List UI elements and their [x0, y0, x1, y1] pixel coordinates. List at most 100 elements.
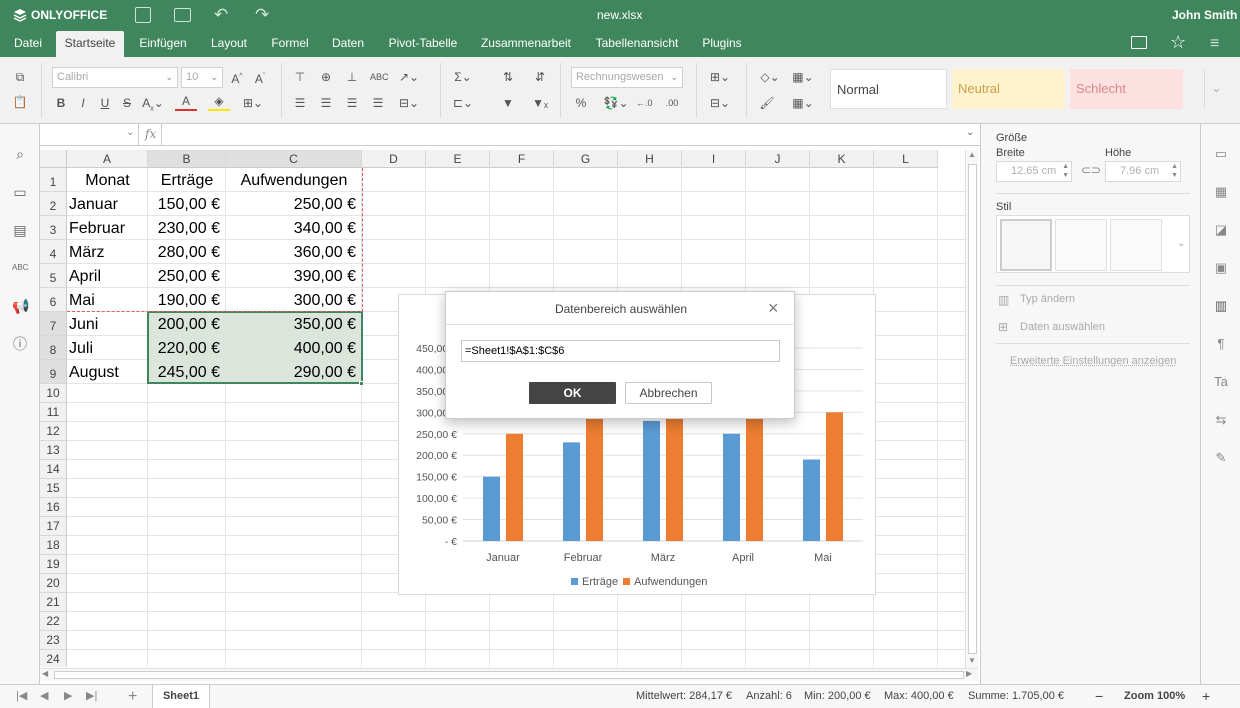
column-header-a[interactable]: A — [67, 150, 148, 168]
cell-reference-box[interactable] — [40, 124, 139, 145]
column-header-l[interactable]: L — [874, 150, 938, 168]
font-color-icon[interactable]: A — [175, 94, 197, 111]
fx-icon[interactable]: fx — [145, 127, 156, 141]
styles-more-icon[interactable]: ⌄ — [1204, 69, 1228, 109]
underline-icon[interactable]: U — [98, 94, 112, 112]
row-header-17[interactable]: 17 — [40, 517, 67, 536]
tab-startseite[interactable]: Startseite — [56, 31, 124, 57]
range-input[interactable]: =Sheet1!$A$1:$C$6 — [461, 340, 780, 362]
row-header-6[interactable]: 6 — [40, 288, 67, 312]
cell-c3[interactable]: 340,00 € — [226, 218, 362, 240]
cell-b2[interactable]: 150,00 € — [148, 194, 226, 216]
zoom-level[interactable]: Zoom 100% — [1124, 685, 1185, 708]
column-header-k[interactable]: K — [810, 150, 874, 168]
cell-b4[interactable]: 280,00 € — [148, 242, 226, 264]
cell-a5[interactable]: April — [67, 266, 148, 288]
row-header-18[interactable]: 18 — [40, 536, 67, 555]
accounting-icon[interactable]: 💱⌄ — [602, 94, 630, 112]
column-header-h[interactable]: H — [618, 150, 682, 168]
named-ranges-icon[interactable]: ⊏⌄ — [450, 94, 476, 112]
row-header-5[interactable]: 5 — [40, 264, 67, 288]
cell-c6[interactable]: 300,00 € — [226, 290, 362, 312]
signature-settings-icon[interactable]: ✎ — [1213, 450, 1229, 466]
change-type-button[interactable]: Typ ändern — [1020, 293, 1075, 305]
row-header-12[interactable]: 12 — [40, 422, 67, 441]
cell-b9[interactable]: 245,00 € — [148, 362, 226, 384]
cell-c2[interactable]: 250,00 € — [226, 194, 362, 216]
redo-icon[interactable]: ↷ — [255, 5, 269, 25]
cell-a8[interactable]: Juli — [67, 338, 148, 360]
merge-icon[interactable]: ⊟⌄ — [396, 94, 422, 112]
table-settings-icon[interactable]: ▦ — [1213, 184, 1229, 200]
column-header-d[interactable]: D — [362, 150, 426, 168]
fill-color-icon[interactable]: ◈ — [208, 94, 230, 111]
align-right-icon[interactable]: ☰ — [344, 94, 360, 112]
cell-c7[interactable]: 350,00 € — [226, 314, 362, 336]
row-header-21[interactable]: 21 — [40, 593, 67, 612]
column-header-c[interactable]: C — [226, 150, 362, 168]
clear-filter-icon[interactable]: ▼ₓ — [532, 94, 548, 112]
chevron-down-icon[interactable]: ⌄ — [1177, 238, 1185, 249]
print-icon[interactable] — [174, 8, 191, 22]
tab-formel[interactable]: Formel — [264, 31, 316, 57]
feedback-icon[interactable]: 📢 — [12, 298, 29, 314]
row-header-24[interactable]: 24 — [40, 650, 67, 667]
chart-settings-icon[interactable]: ▥ — [1213, 298, 1229, 314]
cell-c4[interactable]: 360,00 € — [226, 242, 362, 264]
ok-button[interactable]: OK — [529, 382, 616, 404]
style-normal[interactable]: Normal — [830, 69, 947, 109]
sum-icon[interactable]: Σ⌄ — [450, 68, 476, 86]
column-header-e[interactable]: E — [426, 150, 490, 168]
conditional-format-icon[interactable]: ▦⌄ — [789, 68, 817, 86]
copy-icon[interactable]: ⧉ — [12, 68, 28, 86]
textart-settings-icon[interactable]: Ta — [1213, 374, 1229, 390]
font-size-select[interactable]: 10 ⌄ — [181, 67, 223, 88]
advanced-settings-link[interactable]: Erweiterte Einstellungen anzeigen — [1010, 355, 1176, 367]
decrease-font-icon[interactable]: Aˇ — [253, 68, 267, 88]
chat-icon[interactable]: ▤ — [12, 222, 28, 238]
cell-a1[interactable]: Monat — [67, 170, 148, 192]
align-middle-icon[interactable]: ⊕ — [318, 68, 334, 86]
height-input[interactable]: 7.96 cm ▲ ▼ — [1105, 161, 1181, 182]
column-header-g[interactable]: G — [554, 150, 618, 168]
expand-formula-icon[interactable]: ⌄ — [966, 127, 974, 138]
subscript-icon[interactable]: Ax⌄ — [142, 94, 164, 118]
copy-style-icon[interactable]: 🖌 — [759, 94, 775, 112]
delete-cells-icon[interactable]: ⊟⌄ — [707, 94, 733, 112]
filter-icon[interactable]: ▼ — [500, 94, 516, 112]
zoom-in-icon[interactable]: + — [1202, 685, 1210, 708]
search-icon[interactable]: ⌕ — [12, 146, 28, 162]
cell-a9[interactable]: August — [67, 362, 148, 384]
cell-c9[interactable]: 290,00 € — [226, 362, 362, 384]
cell-a7[interactable]: Juni — [67, 314, 148, 336]
cell-b5[interactable]: 250,00 € — [148, 266, 226, 288]
sheet-tab[interactable]: Sheet1 — [152, 685, 210, 708]
style-neutral[interactable]: Neutral — [952, 69, 1065, 109]
increase-font-icon[interactable]: A^ — [230, 68, 244, 88]
cell-reference-chevron-icon[interactable]: ⌄ — [126, 127, 134, 138]
cell-b7[interactable]: 200,00 € — [148, 314, 226, 336]
data-select-icon[interactable]: ⊞ — [998, 320, 1008, 334]
select-data-button[interactable]: Daten auswählen — [1020, 321, 1105, 333]
horizontal-scrollbar[interactable]: ◀ ▶ — [40, 668, 978, 681]
align-top-icon[interactable]: ⊤ — [292, 68, 308, 86]
hscroll-thumb[interactable] — [54, 671, 964, 679]
column-header-j[interactable]: J — [746, 150, 810, 168]
spellcheck-icon[interactable]: ABC — [12, 260, 28, 276]
column-header-b[interactable]: B — [148, 150, 226, 168]
width-input[interactable]: 12.65 cm ▲ ▼ — [996, 161, 1072, 182]
cell-a2[interactable]: Januar — [67, 194, 148, 216]
cell-a3[interactable]: Februar — [67, 218, 148, 240]
prev-sheet-icon[interactable]: ◀ — [40, 685, 48, 708]
decrease-decimal-icon[interactable]: ←.0 — [636, 94, 653, 112]
scroll-thumb[interactable] — [968, 164, 977, 654]
insert-cells-icon[interactable]: ⊞⌄ — [707, 68, 733, 86]
row-header-1[interactable]: 1 — [40, 168, 67, 192]
zoom-out-icon[interactable]: − — [1095, 685, 1103, 708]
bold-icon[interactable]: B — [54, 94, 68, 112]
increase-decimal-icon[interactable]: .00 — [664, 94, 680, 112]
row-header-23[interactable]: 23 — [40, 631, 67, 650]
row-header-19[interactable]: 19 — [40, 555, 67, 574]
cell-a6[interactable]: Mai — [67, 290, 148, 312]
tab-daten[interactable]: Daten — [326, 31, 370, 57]
